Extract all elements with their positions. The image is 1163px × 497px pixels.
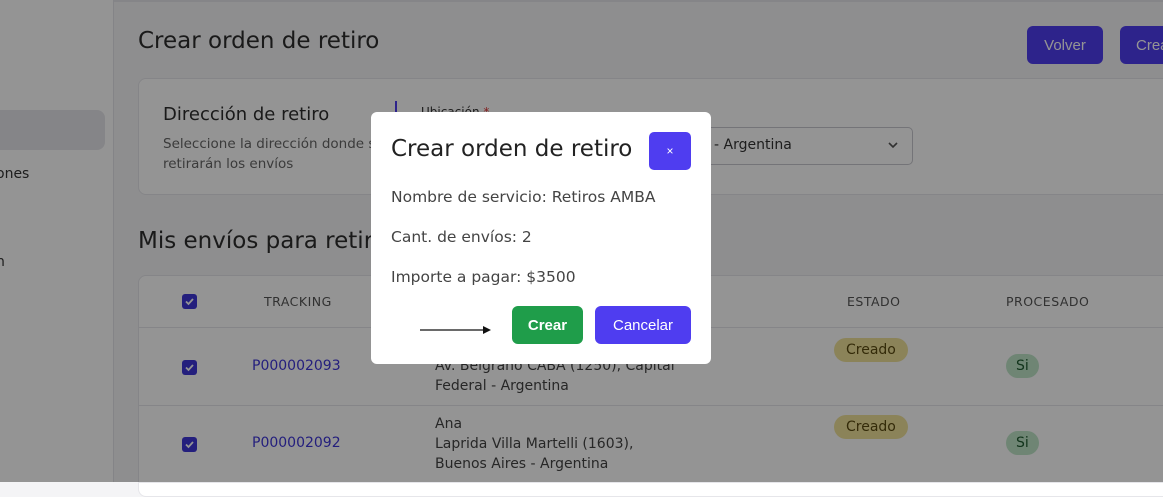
- create-order-dialog: Crear orden de retiro × Nombre de servic…: [371, 112, 711, 364]
- close-icon: ×: [666, 144, 674, 158]
- close-button[interactable]: ×: [649, 132, 691, 170]
- cancel-button[interactable]: Cancelar: [595, 306, 691, 344]
- arrow-right-icon: [420, 326, 491, 334]
- dialog-title: Crear orden de retiro: [391, 136, 633, 162]
- shipment-count-text: Cant. de envíos: 2: [391, 228, 532, 246]
- amount-text: Importe a pagar: $3500: [391, 268, 576, 286]
- service-name-text: Nombre de servicio: Retiros AMBA: [391, 188, 656, 206]
- confirm-create-button[interactable]: Crear: [512, 306, 583, 344]
